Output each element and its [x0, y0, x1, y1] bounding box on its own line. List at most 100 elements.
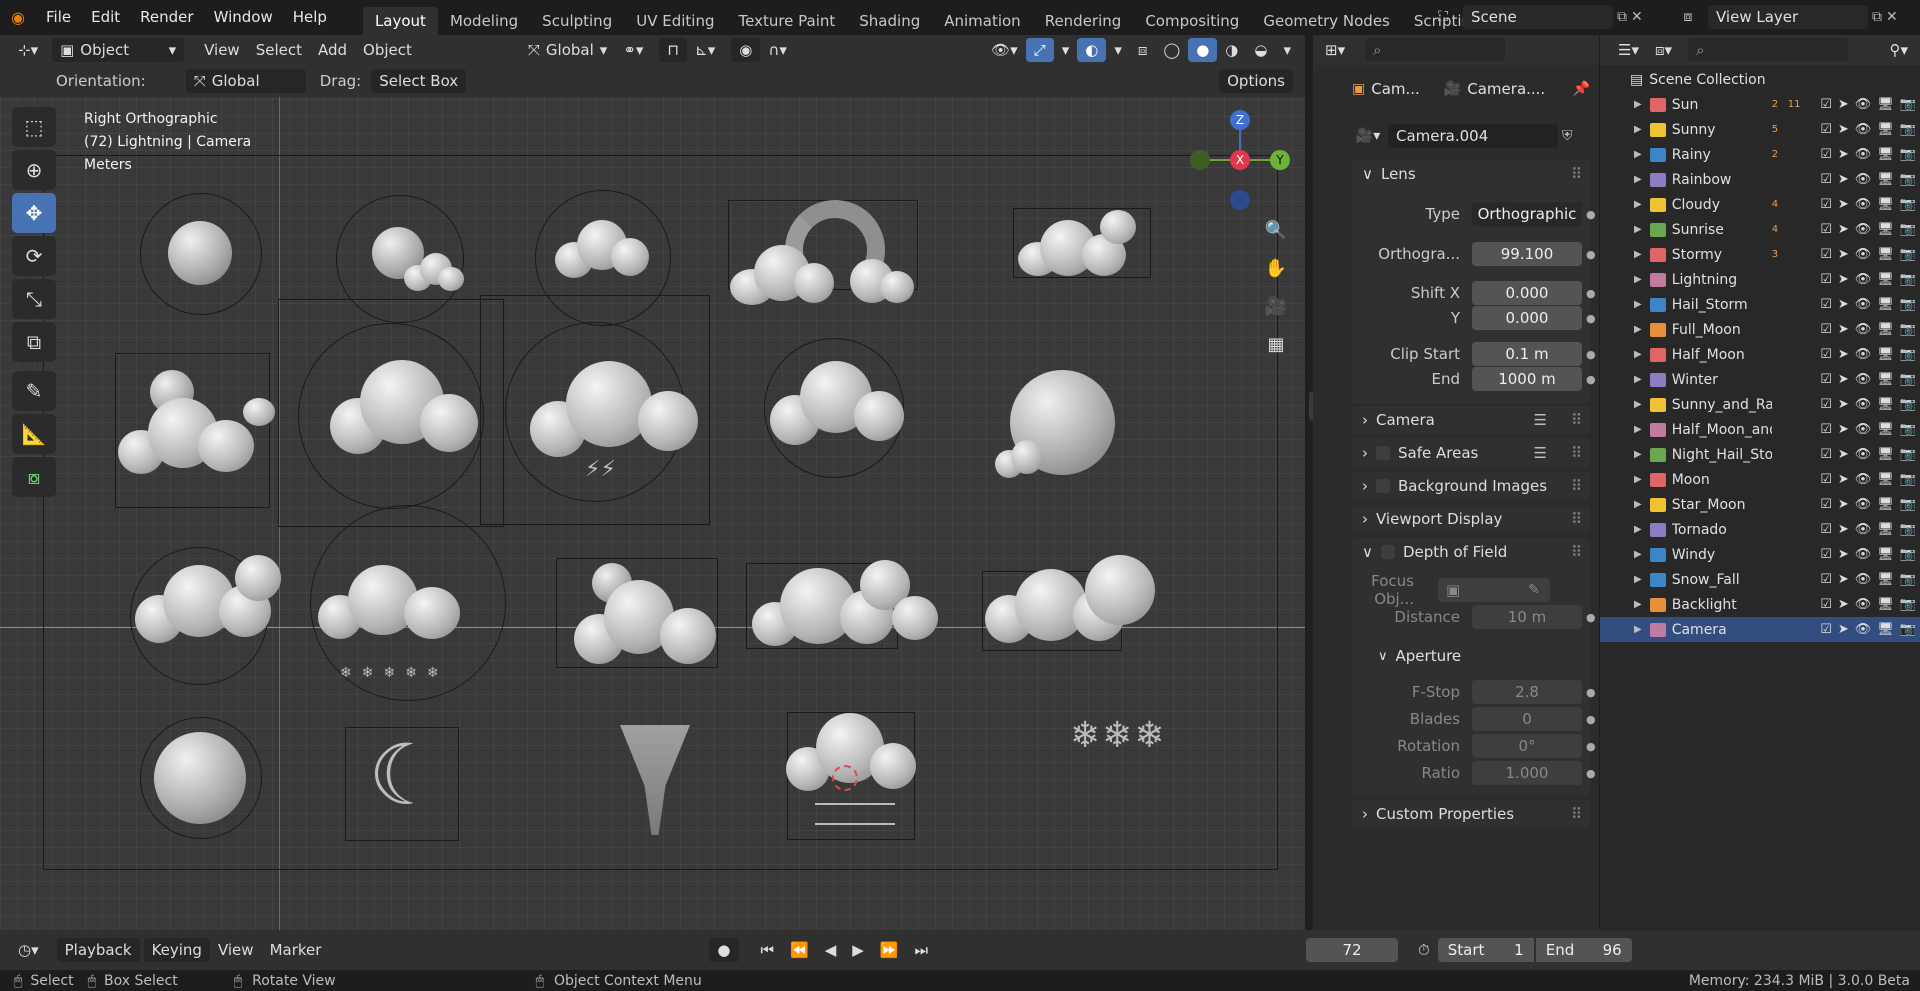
- exclude-checkbox-icon[interactable]: ☑: [1820, 97, 1832, 112]
- selectable-arrow-icon[interactable]: ➤: [1838, 622, 1849, 637]
- eye-icon[interactable]: 👁: [1855, 547, 1872, 562]
- eye-icon[interactable]: 👁: [1855, 322, 1872, 337]
- tab-animation[interactable]: Animation: [932, 7, 1032, 35]
- options-dropdown[interactable]: Options: [1219, 69, 1293, 93]
- exclude-checkbox-icon[interactable]: ☑: [1820, 272, 1832, 287]
- monitor-icon[interactable]: 🖥: [1877, 147, 1894, 162]
- selectable-arrow-icon[interactable]: ➤: [1838, 422, 1849, 437]
- expand-arrow-icon[interactable]: ▶: [1634, 249, 1642, 260]
- ortho-grid-icon[interactable]: ▦: [1260, 329, 1292, 361]
- eye-icon[interactable]: 👁: [1855, 172, 1872, 187]
- keying-menu[interactable]: Keying: [143, 938, 210, 962]
- close-scene-icon[interactable]: ✕: [1631, 9, 1643, 25]
- transform-orientation-dropdown[interactable]: ⤧ Global ▾: [520, 38, 615, 62]
- eye-icon[interactable]: 👁: [1855, 597, 1872, 612]
- selectable-arrow-icon[interactable]: ➤: [1838, 347, 1849, 362]
- select-box-tool-icon[interactable]: ⬚: [12, 107, 56, 147]
- eye-icon[interactable]: 👁: [1855, 372, 1872, 387]
- lens-type-dropdown[interactable]: Orthographic: [1472, 202, 1582, 226]
- expand-arrow-icon[interactable]: ▶: [1634, 99, 1642, 110]
- monitor-icon[interactable]: 🖥: [1877, 347, 1894, 362]
- monitor-icon[interactable]: 🖥: [1877, 272, 1894, 287]
- render-camera-icon[interactable]: 📷: [1900, 372, 1916, 387]
- monitor-icon[interactable]: 🖥: [1877, 597, 1894, 612]
- render-camera-icon[interactable]: 📷: [1900, 547, 1916, 562]
- monitor-icon[interactable]: 🖥: [1877, 322, 1894, 337]
- outliner-row-sunrise[interactable]: ▶ Sunrise 4 ☑ ➤ 👁 🖥 📷: [1600, 217, 1920, 242]
- shading-rendered-icon[interactable]: ◒: [1246, 38, 1275, 62]
- selectable-arrow-icon[interactable]: ➤: [1838, 372, 1849, 387]
- move-tool-icon[interactable]: ✥: [12, 193, 56, 233]
- falloff-icon[interactable]: ∩▾: [760, 38, 795, 62]
- render-camera-icon[interactable]: 📷: [1900, 97, 1916, 112]
- render-camera-icon[interactable]: 📷: [1900, 572, 1916, 587]
- monitor-icon[interactable]: 🖥: [1877, 222, 1894, 237]
- gizmo-y-icon[interactable]: Y: [1270, 150, 1290, 170]
- snap-target-icon[interactable]: ⊾▾: [687, 38, 723, 62]
- fstop-field[interactable]: 2.8: [1472, 680, 1582, 704]
- record-icon[interactable]: ●: [709, 938, 739, 962]
- monitor-icon[interactable]: 🖥: [1877, 447, 1894, 462]
- overlay-toggle-icon[interactable]: ◐: [1077, 38, 1107, 62]
- jump-end-icon[interactable]: ⏭: [907, 938, 937, 962]
- pivot-icon[interactable]: ⚭▾: [615, 38, 651, 62]
- keyframe-dot-icon[interactable]: ●: [1582, 373, 1596, 386]
- shift-x-field[interactable]: 0.000: [1472, 281, 1582, 305]
- render-camera-icon[interactable]: 📷: [1900, 597, 1916, 612]
- render-camera-icon[interactable]: 📷: [1900, 397, 1916, 412]
- expand-arrow-icon[interactable]: ▶: [1634, 524, 1642, 535]
- eye-icon[interactable]: 👁: [1855, 397, 1872, 412]
- render-camera-icon[interactable]: 📷: [1900, 522, 1916, 537]
- exclude-checkbox-icon[interactable]: ☑: [1820, 322, 1832, 337]
- expand-arrow-icon[interactable]: ▶: [1634, 474, 1642, 485]
- keyframe-dot-icon[interactable]: ●: [1582, 287, 1596, 300]
- monitor-icon[interactable]: 🖥: [1877, 422, 1894, 437]
- selectable-arrow-icon[interactable]: ➤: [1838, 597, 1849, 612]
- properties-search-input[interactable]: ⌕: [1365, 38, 1506, 62]
- jump-start-icon[interactable]: ⏮: [753, 938, 783, 962]
- menu-render[interactable]: Render: [130, 0, 203, 35]
- navigation-gizmo[interactable]: Z X Y: [1190, 110, 1290, 220]
- shading-dropdown-icon[interactable]: ▾: [1275, 38, 1299, 62]
- expand-arrow-icon[interactable]: ▶: [1634, 174, 1642, 185]
- outliner-row-half-moon[interactable]: ▶ Half_Moon ☑ ➤ 👁 🖥 📷: [1600, 342, 1920, 367]
- current-frame-field[interactable]: 72: [1306, 938, 1399, 962]
- blender-logo-icon[interactable]: ◉: [0, 8, 36, 27]
- outliner-row-snow-fall[interactable]: ▶ Snow_Fall ☑ ➤ 👁 🖥 📷: [1600, 567, 1920, 592]
- editor-type-icon[interactable]: ☰▾: [1610, 38, 1647, 62]
- eye-icon[interactable]: 👁: [1855, 122, 1872, 137]
- gizmo-neg-z-icon[interactable]: [1230, 190, 1250, 210]
- selectable-arrow-icon[interactable]: ➤: [1838, 522, 1849, 537]
- safe-areas-checkbox[interactable]: [1376, 446, 1390, 460]
- monitor-icon[interactable]: 🖥: [1877, 397, 1894, 412]
- list-icon[interactable]: ☰: [1534, 439, 1547, 467]
- 3d-viewport[interactable]: ⚡⚡ ❄❄❄❄❄ ☾ ❄❄❄ Right Orthographic (72) L…: [0, 65, 1305, 930]
- keyframe-dot-icon[interactable]: ●: [1582, 611, 1596, 624]
- jump-keyframe-forward-icon[interactable]: ⏩: [872, 938, 907, 962]
- selectable-arrow-icon[interactable]: ➤: [1838, 222, 1849, 237]
- scale-tool-icon[interactable]: ⤡: [12, 279, 56, 319]
- tab-layout[interactable]: Layout: [362, 6, 438, 35]
- render-camera-icon[interactable]: 📷: [1900, 147, 1916, 162]
- eye-icon[interactable]: 👁: [1855, 247, 1872, 262]
- eye-icon[interactable]: 👁: [1855, 347, 1872, 362]
- eye-icon[interactable]: 👁: [1855, 147, 1872, 162]
- expand-arrow-icon[interactable]: ▶: [1634, 549, 1642, 560]
- datablock-name-field[interactable]: Camera.004: [1388, 124, 1558, 148]
- eye-icon[interactable]: 👁: [1855, 222, 1872, 237]
- display-mode-icon[interactable]: ⧈▾: [1647, 38, 1680, 62]
- add-cube-tool-icon[interactable]: ⧇: [12, 457, 56, 497]
- drag-grip-icon[interactable]: ⠿: [1571, 439, 1582, 467]
- menu-edit[interactable]: Edit: [81, 0, 130, 35]
- menu-select[interactable]: Select: [248, 38, 310, 62]
- rotate-tool-icon[interactable]: ⟳: [12, 236, 56, 276]
- exclude-checkbox-icon[interactable]: ☑: [1820, 197, 1832, 212]
- visibility-icon[interactable]: 👁▾: [983, 38, 1026, 62]
- drag-grip-icon[interactable]: ⠿: [1571, 160, 1582, 188]
- view-layer-icon[interactable]: ⧈: [1672, 9, 1704, 25]
- camera-datablock-icon[interactable]: 🎥▾: [1352, 128, 1384, 144]
- monitor-icon[interactable]: 🖥: [1877, 572, 1894, 587]
- clip-start-field[interactable]: 0.1 m: [1472, 342, 1582, 366]
- render-camera-icon[interactable]: 📷: [1900, 222, 1916, 237]
- clip-end-field[interactable]: 1000 m: [1472, 367, 1582, 391]
